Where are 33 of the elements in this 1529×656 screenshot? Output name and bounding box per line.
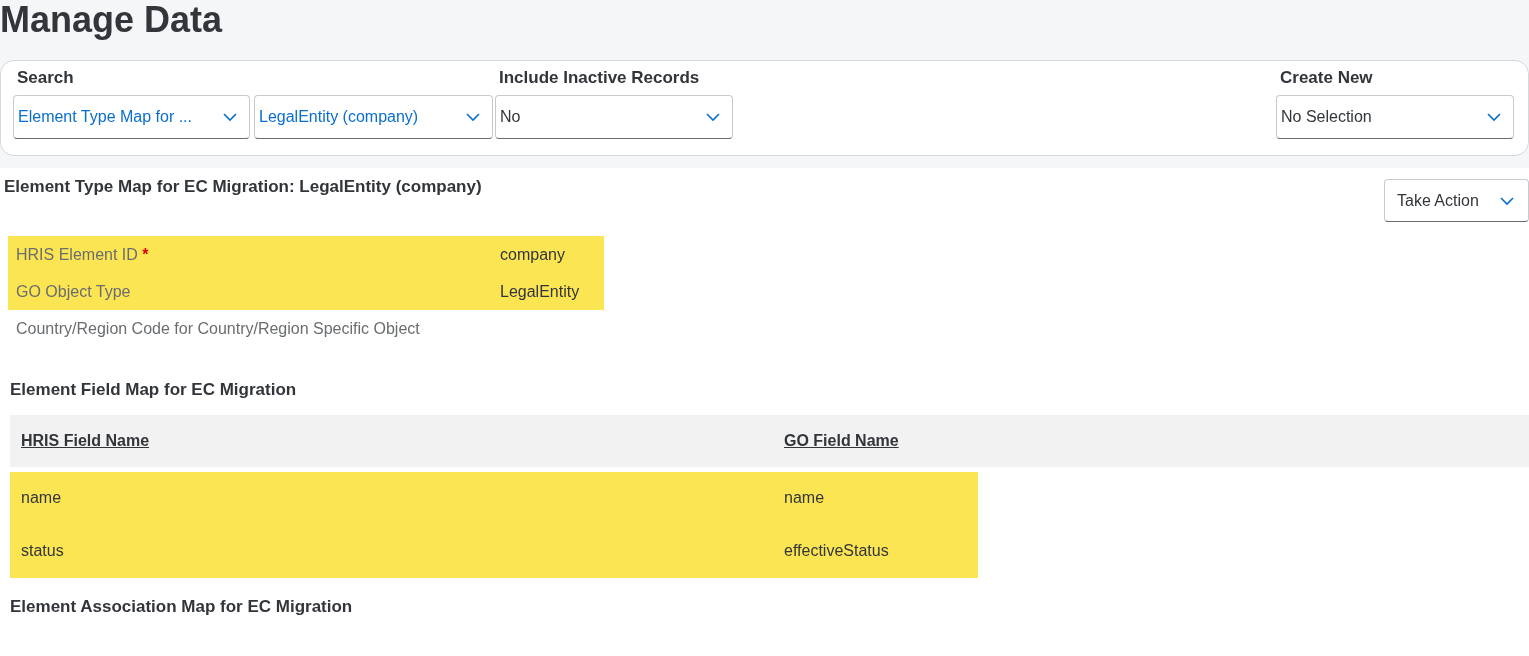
page-title: Manage Data (0, 0, 224, 42)
table-cell: name (10, 471, 773, 525)
chevron-down-icon (1500, 195, 1514, 206)
field-value: company (500, 244, 565, 265)
filter-label: Create New (1279, 67, 1374, 89)
select-value: No (500, 107, 521, 127)
section-title: Element Association Map for EC Migration (10, 595, 354, 618)
column-header: GO Field Name (773, 414, 978, 467)
filter-label: Search (16, 67, 75, 89)
field-label: Country/Region Code for Country/Region Specific Object (16, 319, 420, 337)
field-label: HRIS Element ID (16, 245, 138, 263)
chevron-down-icon (466, 112, 480, 122)
select-value: LegalEntity (company) (259, 107, 419, 127)
chevron-down-icon (1487, 112, 1501, 122)
field-value: LegalEntity (500, 281, 580, 302)
chevron-down-icon (706, 112, 720, 122)
column-header: HRIS Field Name (10, 414, 773, 467)
select-value: Element Type Map for ... (18, 107, 192, 127)
take-action-button[interactable]: Take Action (1384, 179, 1529, 222)
record-title: Element Type Map for EC Migration: LegalEntity (company) (4, 176, 482, 198)
required-mark: * (142, 245, 149, 263)
dropdown-select[interactable]: No Selection (1276, 95, 1514, 139)
section-title: Element Field Map for EC Migration (10, 379, 298, 401)
dropdown-select[interactable]: Element Type Map for ... (13, 95, 250, 139)
table-cell: name (773, 471, 978, 525)
select-value: No Selection (1281, 107, 1372, 127)
table-cell: status (10, 524, 773, 578)
dropdown-select[interactable]: No (495, 95, 733, 139)
filter-label: Include Inactive Records (498, 67, 701, 89)
field-label: GO Object Type (16, 282, 131, 300)
chevron-down-icon (223, 112, 237, 122)
table-cell: effectiveStatus (773, 524, 978, 578)
dropdown-select[interactable]: LegalEntity (company) (254, 95, 493, 139)
